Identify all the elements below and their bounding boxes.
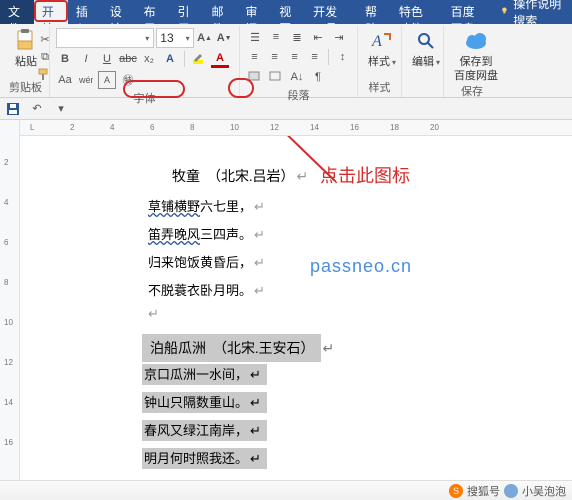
inc-indent-icon[interactable]: ⇥ — [330, 28, 348, 46]
lightbulb-icon — [500, 6, 509, 18]
vertical-ruler[interactable]: 2 4 6 8 10 12 14 16 — [0, 120, 20, 482]
tab-netdisk[interactable]: 百度网盘 — [443, 0, 495, 24]
clear-format-icon[interactable]: Aa — [56, 71, 74, 89]
document-canvas[interactable]: 点击此图标 牧童 （北宋.吕岩）↵ 草铺横野六七里，↵ 笛弄晚风三四声。↵ 归来… — [20, 136, 572, 482]
group-paragraph: ☰ ≡ ≣ ⇤ ⇥ ≡ ≡ ≡ ≡ ↕ A↓ — [240, 26, 358, 97]
styles-icon: A — [369, 28, 395, 54]
page: L 24 68 1012 1416 1820 点击此图标 牧童 （北宋.吕岩）↵… — [20, 120, 572, 482]
align-center-icon[interactable]: ≡ — [266, 48, 283, 66]
blank-para: ↵ — [148, 306, 159, 322]
font-color-icon[interactable]: A — [211, 50, 229, 68]
sort-icon[interactable]: A↓ — [288, 68, 306, 86]
poem2-title: 泊船瓜洲 （北宋.王安石）↵ — [142, 334, 334, 362]
footer-author: 小吴泡泡 — [522, 483, 566, 499]
multilevel-icon[interactable]: ≣ — [288, 28, 306, 46]
justify-icon[interactable]: ≡ — [306, 48, 323, 66]
enclose-icon[interactable]: ㊕ — [119, 71, 137, 89]
menu-tabbar: 文件 开始 插入 设计 布局 引用 邮件 审阅 视图 开发工具 帮助 特色功能 … — [0, 0, 572, 24]
underline-icon[interactable]: U — [98, 50, 116, 68]
save-label2: 百度网盘 — [454, 70, 498, 82]
font-size-value: 13 — [160, 31, 173, 45]
font-size-combo[interactable]: 13 — [156, 28, 193, 48]
poem2-line4: 明月何时照我还。↵ — [142, 448, 267, 467]
bold-icon[interactable]: B — [56, 50, 74, 68]
save-netdisk-button[interactable]: 保存到 百度网盘 — [450, 28, 502, 82]
ribbon: 粘贴 ✂ ⧉ 剪贴板 13 A▲ A▼ B I U abc x₂ A — [0, 24, 572, 98]
poem1-line4: 不脱蓑衣卧月明。↵ — [148, 280, 265, 299]
footer-brand: 搜狐号 — [467, 483, 500, 499]
editing-button[interactable]: 编辑 — [408, 28, 444, 69]
bullets-icon[interactable]: ☰ — [246, 28, 264, 46]
shrink-font-icon[interactable]: A▼ — [215, 29, 233, 47]
font-name-combo[interactable] — [56, 28, 154, 48]
shading-icon[interactable] — [246, 68, 264, 86]
char-border-icon[interactable]: A — [98, 71, 116, 89]
group-font-label: 字体 — [56, 89, 233, 106]
group-save: 保存到 百度网盘 保存 — [444, 26, 500, 97]
cloud-save-icon — [463, 28, 489, 54]
poem2-line3: 春风又绿江南岸，↵ — [142, 420, 267, 439]
tab-layout[interactable]: 布局 — [136, 0, 170, 24]
tab-review[interactable]: 审阅 — [237, 0, 271, 24]
editing-label: 编辑 — [412, 56, 440, 69]
group-editing: 编辑 . — [402, 26, 444, 97]
tab-home[interactable]: 开始 — [34, 0, 68, 24]
group-clipboard: 粘贴 ✂ ⧉ 剪贴板 — [2, 26, 50, 97]
grow-font-icon[interactable]: A▲ — [196, 29, 214, 47]
line-spacing-icon[interactable]: ↕ — [334, 48, 351, 66]
group-styles: A 样式 样式 — [358, 26, 402, 97]
dec-indent-icon[interactable]: ⇤ — [309, 28, 327, 46]
tab-mailings[interactable]: 邮件 — [203, 0, 237, 24]
tab-view[interactable]: 视图 — [271, 0, 305, 24]
footer: S 搜狐号 小吴泡泡 — [0, 480, 572, 500]
group-save-label: 保存 — [450, 82, 494, 99]
styles-button[interactable]: A 样式 — [364, 28, 400, 69]
showmarks-icon[interactable]: ¶ — [309, 68, 327, 86]
subsuper-icon[interactable]: x₂ — [140, 50, 158, 68]
numbering-icon[interactable]: ≡ — [267, 28, 285, 46]
qat-save-icon[interactable] — [4, 100, 22, 118]
tab-help[interactable]: 帮助 — [357, 0, 391, 24]
styles-label: 样式 — [368, 56, 396, 69]
tab-references[interactable]: 引用 — [170, 0, 204, 24]
tell-me-search[interactable]: 操作说明搜索 — [494, 0, 572, 24]
poem1-line3: 归来饱饭黄昏后，↵ — [148, 252, 265, 271]
paste-label: 粘贴 — [15, 56, 37, 68]
align-left-icon[interactable]: ≡ — [246, 48, 263, 66]
group-styles-label: 样式 — [364, 78, 395, 95]
poem1-line2: 笛弄晚风三四声。↵ — [148, 224, 265, 243]
poem2-line1: 京口瓜洲一水间，↵ — [142, 364, 267, 383]
italic-icon[interactable]: I — [77, 50, 95, 68]
document-area: 2 4 6 8 10 12 14 16 L 24 68 1012 1416 18… — [0, 120, 572, 482]
find-icon — [413, 28, 439, 54]
phonetic-icon[interactable]: wén — [77, 71, 95, 89]
poem1-title: 牧童 （北宋.吕岩）↵ — [172, 166, 308, 186]
borders-icon[interactable] — [267, 68, 285, 86]
tab-design[interactable]: 设计 — [102, 0, 136, 24]
poem2-line2: 钟山只隔数重山。↵ — [142, 392, 267, 411]
align-right-icon[interactable]: ≡ — [286, 48, 303, 66]
tab-insert[interactable]: 插入 — [68, 0, 102, 24]
group-clipboard-label: 剪贴板 — [8, 78, 43, 95]
footer-brand-icon: S — [449, 484, 463, 498]
poem1-line1: 草铺横野六七里，↵ — [148, 196, 265, 215]
watermark: passneo.cn — [310, 256, 412, 277]
tab-special[interactable]: 特色功能 — [391, 0, 443, 24]
svg-text:wén: wén — [79, 75, 93, 85]
qat-undo-icon[interactable]: ↶ — [28, 100, 46, 118]
footer-avatar — [504, 484, 518, 498]
tab-file[interactable]: 文件 — [0, 0, 34, 24]
texteffect-icon[interactable]: A — [161, 50, 179, 68]
horizontal-ruler[interactable]: L 24 68 1012 1416 1820 — [20, 120, 572, 136]
tab-devtools[interactable]: 开发工具 — [305, 0, 357, 24]
annotation-text: 点击此图标 — [320, 162, 410, 188]
save-label1: 保存到 — [460, 56, 493, 68]
highlight-icon[interactable] — [190, 50, 208, 68]
group-font: 13 A▲ A▼ B I U abc x₂ A A Aa wén — [50, 26, 240, 97]
group-paragraph-label: 段落 — [246, 86, 351, 103]
svg-text:A: A — [371, 33, 382, 50]
strike-icon[interactable]: abc — [119, 50, 137, 68]
